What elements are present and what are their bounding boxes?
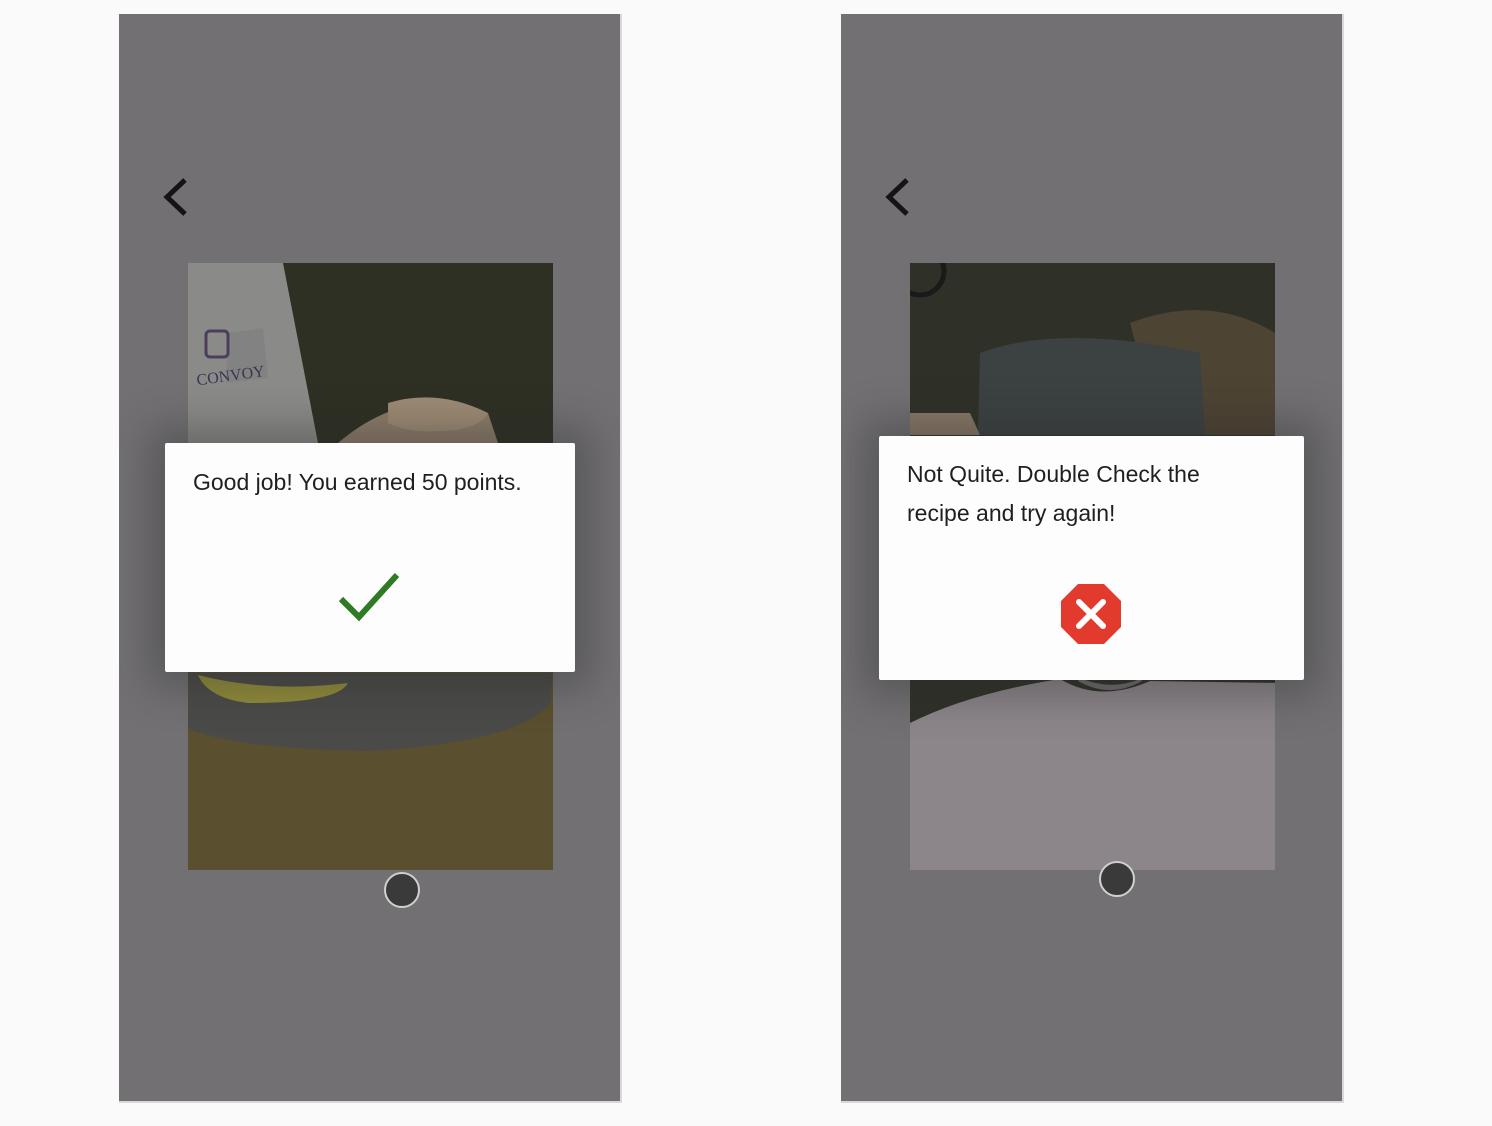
back-button[interactable]: [879, 172, 919, 222]
result-message: Not Quite. Double Check the recipe and t…: [907, 461, 1200, 526]
result-dialog-success: Good job! You earned 50 points.: [165, 443, 575, 672]
chevron-left-icon: [885, 178, 909, 216]
result-dialog-failure: Not Quite. Double Check the recipe and t…: [879, 436, 1304, 680]
capture-button[interactable]: [384, 872, 420, 908]
phone-screen-success: CONVOY Good job! You earned 50 points.: [119, 14, 622, 1103]
capture-button[interactable]: [1099, 861, 1135, 897]
chevron-left-icon: [163, 178, 187, 216]
checkmark-icon: [338, 572, 400, 622]
result-message: Good job! You earned 50 points.: [193, 469, 522, 495]
back-button[interactable]: [157, 172, 197, 222]
phone-screen-failure: Not Quite. Double Check the recipe and t…: [841, 14, 1344, 1103]
stop-x-icon: [1061, 584, 1121, 644]
